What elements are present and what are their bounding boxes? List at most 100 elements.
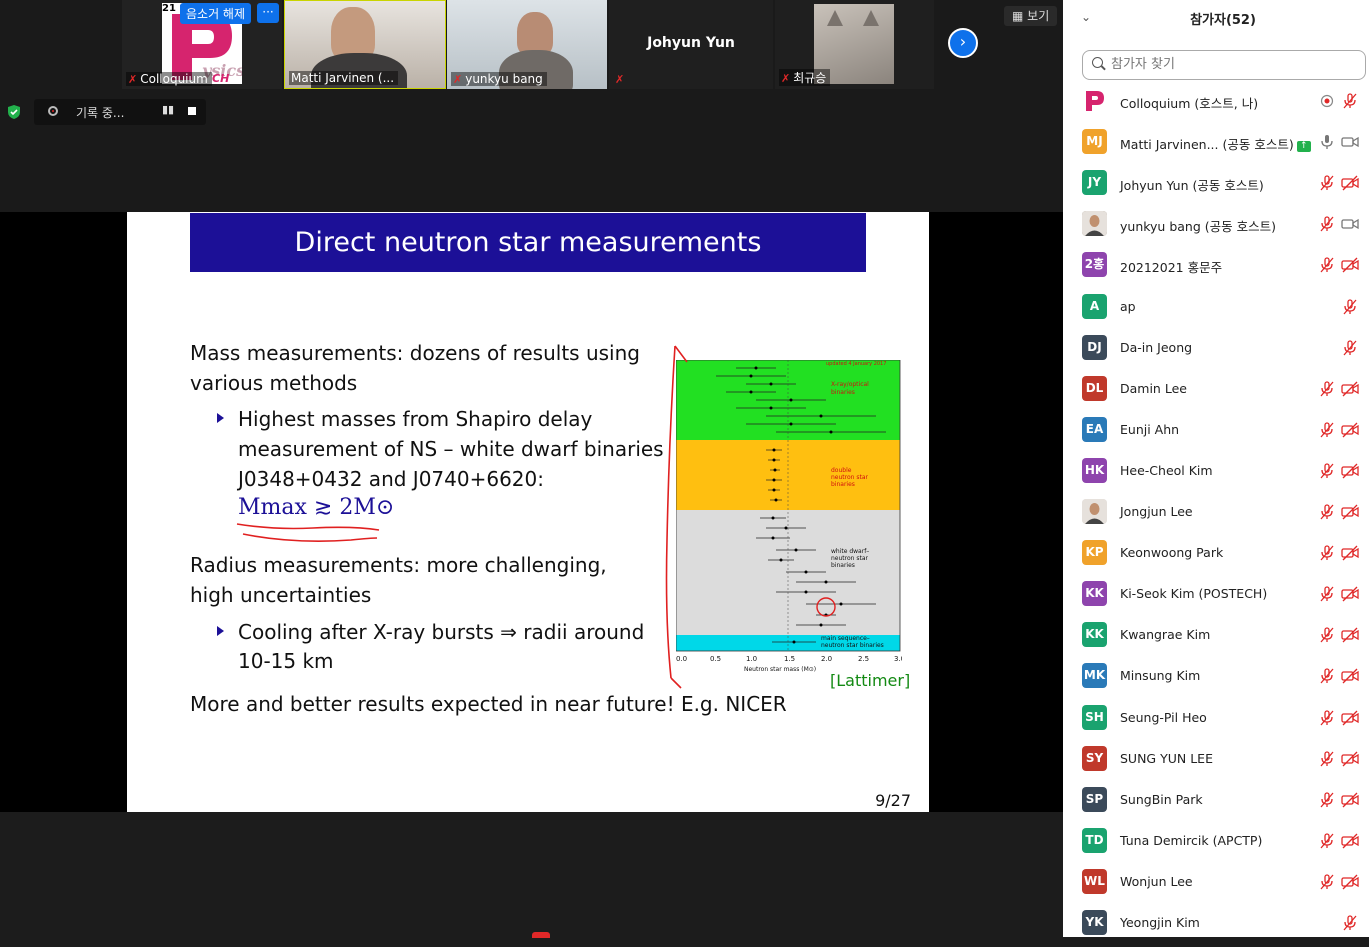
video-off-icon[interactable] [1341,462,1359,480]
participant-name: Jongjun Lee [1120,504,1193,519]
participant-row[interactable]: EA Eunji Ahn [1063,413,1369,454]
mic-muted-icon[interactable] [1318,585,1336,603]
mic-muted-icon[interactable] [1341,298,1359,316]
participant-row[interactable]: MK Minsung Kim [1063,659,1369,700]
stop-recording-button[interactable] [188,107,196,115]
mic-muted-icon[interactable] [1341,914,1359,932]
tile-name: ✗ yunkyu bang [451,72,547,86]
participant-row[interactable]: 2홍 20212021 홍문주 [1063,248,1369,289]
video-tile-johyun[interactable]: Johyun Yun ✗ [609,0,773,89]
video-off-icon[interactable] [1341,873,1359,891]
mic-muted-icon[interactable] [1318,709,1336,727]
mic-muted-icon[interactable] [1318,215,1336,233]
mic-muted-icon[interactable] [1318,503,1336,521]
bottom-area [0,812,1063,937]
participant-row[interactable]: KK Ki-Seok Kim (POSTECH) [1063,577,1369,618]
video-off-icon[interactable] [1341,626,1359,644]
participant-name: SUNG YUN LEE [1120,751,1213,766]
mic-muted-icon[interactable] [1318,380,1336,398]
mic-muted-icon[interactable] [1318,750,1336,768]
more-options-button[interactable]: ··· [257,3,279,23]
record-icon[interactable] [1318,92,1336,110]
participant-row[interactable]: SP SungBin Park [1063,783,1369,824]
logo-overlay-text: CH [212,72,230,85]
chart-dns-label: neutron star [831,474,869,481]
video-off-icon[interactable] [1341,709,1359,727]
participant-row[interactable]: yunkyu bang (공동 호스트) [1063,207,1369,248]
participant-row[interactable]: HK Hee-Cheol Kim [1063,454,1369,495]
shield-icon[interactable] [6,104,22,120]
mic-muted-icon[interactable] [1318,626,1336,644]
video-icon[interactable] [1341,133,1359,151]
mic-muted-icon[interactable] [1318,544,1336,562]
video-strip: ysics 21 S CH 음소거 해제 ··· ✗ Colloquium Mat… [0,0,1063,212]
participant-name: Da-in Jeong [1120,340,1192,355]
video-icon[interactable] [1341,215,1359,233]
participant-row[interactable]: DL Damin Lee [1063,372,1369,413]
participant-row[interactable]: Aap [1063,290,1369,331]
participant-row[interactable]: Colloquium (호스트, 나) [1063,84,1369,125]
participant-name-text: SungBin Park [1120,791,1203,807]
mic-muted-icon[interactable] [1318,791,1336,809]
mic-muted-icon[interactable] [1341,92,1359,110]
participant-row[interactable]: MJ Matti Jarvinen... (공동 호스트) ↑ [1063,125,1369,166]
chart-ms-label: main sequence– [821,635,870,642]
video-off-icon[interactable] [1341,791,1359,809]
video-tile-matti[interactable]: Matti Jarvinen (... [284,0,446,89]
search-input[interactable] [1109,56,1353,73]
mic-muted-icon[interactable] [1318,462,1336,480]
video-off-icon[interactable] [1341,174,1359,192]
avatar: DJ [1082,334,1107,360]
video-off-icon[interactable] [1341,832,1359,850]
participant-search[interactable] [1082,50,1366,80]
video-off-icon[interactable] [1341,750,1359,768]
participant-row[interactable]: SH Seung-Pil Heo [1063,701,1369,742]
view-button[interactable]: ▦ 보기 [1004,6,1058,26]
participant-name-text: Colloquium (호스트, 나) [1120,96,1259,111]
video-off-icon[interactable] [1341,421,1359,439]
participant-row[interactable]: Jongjun Lee [1063,495,1369,536]
video-off-icon[interactable] [1341,503,1359,521]
participant-row[interactable]: TD Tuna Demircik (APCTP) [1063,824,1369,865]
next-page-button[interactable]: › [948,28,978,58]
mic-muted-icon[interactable] [1318,421,1336,439]
avatar: KK [1082,622,1107,648]
video-off-icon[interactable] [1341,256,1359,274]
video-tile-yunkyu[interactable]: ✗ yunkyu bang [447,0,607,89]
slide-text: Mass measurements: dozens of results usi… [190,341,640,365]
pause-recording-button[interactable]: ▮▮ [162,103,174,116]
unmute-button[interactable]: 음소거 해제 [180,3,252,24]
video-off-icon[interactable] [1341,380,1359,398]
video-tile-choi[interactable]: ✗ 최규승 [775,0,934,89]
participant-name: 20212021 홍문주 [1120,257,1222,276]
mic-muted-icon[interactable] [1341,339,1359,357]
mic-icon[interactable] [1318,133,1336,151]
toolbar-handle[interactable] [532,932,550,938]
video-tile-colloquium[interactable]: ysics 21 S CH 음소거 해제 ··· ✗ Colloquium [122,0,282,89]
bullet-icon [217,626,224,636]
avatar-photo [1082,499,1107,524]
participant-row[interactable]: JY Johyun Yun (공동 호스트) [1063,166,1369,207]
participant-row[interactable]: WL Wonjun Lee [1063,865,1369,906]
avatar: WL [1082,868,1107,894]
mic-muted-icon[interactable] [1318,174,1336,192]
mic-muted-icon[interactable] [1318,667,1336,685]
participant-row[interactable]: KP Keonwoong Park [1063,536,1369,577]
citation: [Lattimer] [830,671,911,690]
mic-muted-icon[interactable] [1318,873,1336,891]
mic-muted-icon[interactable] [1318,832,1336,850]
participant-row[interactable]: YK Yeongjin Kim [1063,906,1369,947]
video-off-icon[interactable] [1341,544,1359,562]
chart-updated: updated 4 January 2017 [826,361,886,367]
participants-panel: ⌄ 참가자(52) Colloquium (호스트, 나)MJMatti Jar… [1063,0,1369,937]
chart-ms-label: neutron star binaries [821,642,884,649]
mic-muted-icon: ✗ [128,73,138,86]
video-off-icon[interactable] [1341,585,1359,603]
participant-row[interactable]: KK Kwangrae Kim [1063,618,1369,659]
video-off-icon[interactable] [1341,667,1359,685]
avatar: EA [1082,416,1107,442]
participant-row[interactable]: DJ Da-in Jeong [1063,331,1369,372]
mic-muted-icon[interactable] [1318,256,1336,274]
avatar: SP [1082,786,1107,812]
participant-row[interactable]: SY SUNG YUN LEE [1063,742,1369,783]
